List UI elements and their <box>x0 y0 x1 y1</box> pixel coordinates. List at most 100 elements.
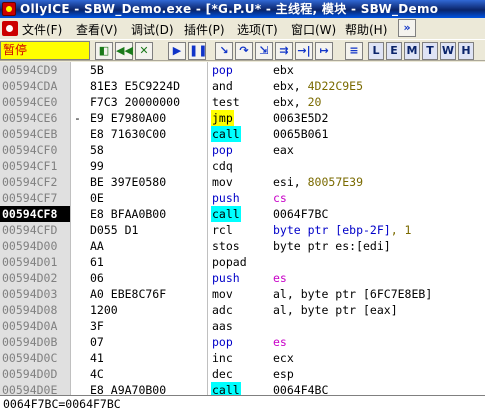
mnemonic-cell: call <box>211 206 241 222</box>
hex-dump-cell: 99 <box>90 159 104 173</box>
restart-icon[interactable]: ◀◀ <box>115 42 133 60</box>
operands-cell: al, byte ptr [6FC7E8EB] <box>273 286 432 302</box>
trace-into-icon[interactable]: ⇲ <box>255 42 273 60</box>
operand-text: es <box>273 271 287 285</box>
hex-dump-cell: 5B <box>90 63 104 77</box>
address-cell: 00594CF8 <box>0 206 70 222</box>
disasm-row[interactable]: 00594D0A 3F aas <box>0 318 485 334</box>
disasm-row[interactable]: 00594D0B 07 pop es <box>0 334 485 350</box>
toolbar: 暂停 ◧ ◀◀ ✕ ▶ ❚❚ ↘ ↷ ⇲ ⇉ →| ↦ ≡ L E M T W … <box>0 39 485 61</box>
pause-icon[interactable]: ❚❚ <box>188 42 207 60</box>
memory-window-button[interactable]: M <box>404 42 420 60</box>
hex-dump-cell: F7C3 20000000 <box>90 95 181 109</box>
operands-cell: byte ptr es:[edi] <box>273 238 391 254</box>
address-cell: 00594D08 <box>2 303 58 317</box>
modules-window-button[interactable]: E <box>386 42 402 60</box>
operands-cell: ecx <box>273 350 294 366</box>
app-icon[interactable] <box>2 2 16 16</box>
operand-constant: , 1 <box>390 223 412 237</box>
disasm-row[interactable]: 00594D0C 41 inc ecx <box>0 350 485 366</box>
address-cell: 00594D02 <box>2 271 58 285</box>
disasm-row[interactable]: 00594D08 1200 adc al, byte ptr [eax] <box>0 302 485 318</box>
operand-constant: 20 <box>307 95 322 109</box>
hex-dump-cell: E8 BFAA0B00 <box>90 207 167 221</box>
disasm-row[interactable]: 00594D00 AA stos byte ptr es:[edi] <box>0 238 485 254</box>
operands-cell: ebx, 20 <box>273 94 321 110</box>
trace-over-icon[interactable]: ⇉ <box>275 42 293 60</box>
close-process-icon[interactable]: ✕ <box>135 42 153 60</box>
disasm-row[interactable]: 00594CF0 58 pop eax <box>0 142 485 158</box>
hex-dump-cell: BE 397E0580 <box>90 175 167 189</box>
hex-dump-cell: 06 <box>90 271 104 285</box>
disasm-row[interactable]: 00594CD9 5B pop ebx <box>0 62 485 78</box>
title-bar[interactable]: OllyICE - SBW_Demo.exe - [*G.P.U* - 主线程,… <box>0 0 485 18</box>
operand-constant: 80057E39 <box>307 175 364 189</box>
operand-text: ecx <box>273 351 294 365</box>
hex-dump-cell: 41 <box>90 351 104 365</box>
address-cell: 00594CE0 <box>2 95 58 109</box>
hex-dump-cell: E8 71630C00 <box>90 127 167 141</box>
hex-dump-cell: 3F <box>90 319 104 333</box>
hex-dump-cell: 07 <box>90 335 104 349</box>
menu-plugins[interactable]: 插件(P) <box>184 21 225 38</box>
disasm-row[interactable]: 00594CF1 99 cdq <box>0 158 485 174</box>
mnemonic-cell: pop <box>212 143 233 157</box>
step-into-icon[interactable]: ↘ <box>215 42 233 60</box>
operands-cell: 0064F4BC <box>273 382 328 395</box>
operands-cell: cs <box>273 190 287 206</box>
operand-text: byte ptr es:[edi] <box>273 239 391 253</box>
window-title: OllyICE - SBW_Demo.exe - [*G.P.U* - 主线程,… <box>20 2 439 16</box>
operand-text: eax <box>273 143 294 157</box>
goto-icon[interactable]: ↦ <box>315 42 333 60</box>
open-icon[interactable]: ◧ <box>95 42 113 60</box>
address-cell: 00594D0A <box>2 319 58 333</box>
disasm-row[interactable]: 00594D01 61 popad <box>0 254 485 270</box>
threads-window-button[interactable]: T <box>422 42 438 60</box>
disassembly-pane[interactable]: 00594CD9 5B pop ebx 00594CDA 81E3 E5C9224D and… <box>0 62 485 395</box>
disasm-row[interactable]: 00594D03 A0 EBE8C76F mov al, byte ptr [6FC7… <box>0 286 485 302</box>
hex-dump-cell: 58 <box>90 143 104 157</box>
system-menu-icon[interactable] <box>2 21 18 36</box>
disasm-row[interactable]: 00594D0E E8 A9A70B00 call 0064F4BC <box>0 382 485 395</box>
operand-constant: 4D22C9E5 <box>307 79 364 93</box>
toolbar-arrow-icon[interactable]: » <box>398 19 416 37</box>
disasm-row[interactable]: 00594CDA 81E3 E5C9224D and ebx, 4D22C9E5 <box>0 78 485 94</box>
operand-text: 0064F4BC <box>273 383 329 395</box>
address-cell: 00594CF1 <box>2 159 58 173</box>
mnemonic-cell: call <box>211 382 241 395</box>
menu-view[interactable]: 查看(V) <box>76 21 118 38</box>
mnemonic-cell: popad <box>212 255 247 269</box>
hex-dump-cell: E9 E7980A00 <box>90 111 167 125</box>
menu-help[interactable]: 帮助(H) <box>345 21 387 38</box>
operand-text: al, byte ptr [eax] <box>273 303 398 317</box>
menu-file[interactable]: 文件(F) <box>22 21 62 38</box>
menu-debug[interactable]: 调试(D) <box>131 21 174 38</box>
run-icon[interactable]: ▶ <box>168 42 186 60</box>
disasm-row[interactable]: 00594CE0 F7C3 20000000 test ebx, 20 <box>0 94 485 110</box>
disasm-row[interactable]: 00594D02 06 push es <box>0 270 485 286</box>
disasm-row[interactable]: 00594CF7 0E push cs <box>0 190 485 206</box>
disasm-row[interactable]: 00594CEB E8 71630C00 call 0065B061 <box>0 126 485 142</box>
execute-till-return-icon[interactable]: →| <box>295 42 313 60</box>
hex-dump-cell: 0E <box>90 191 104 205</box>
handles-window-button[interactable]: H <box>458 42 474 60</box>
operand-text: ebx, <box>273 95 308 109</box>
disasm-row[interactable]: 00594CF2 BE 397E0580 mov esi, 80057E39 <box>0 174 485 190</box>
disasm-row[interactable]: 00594CE6 - E9 E7980A00 jmp 0063E5D2 <box>0 110 485 126</box>
mnemonic-cell: push <box>212 191 240 205</box>
step-over-icon[interactable]: ↷ <box>235 42 253 60</box>
log-icon[interactable]: ≡ <box>345 42 363 60</box>
operand-text: ebx, <box>273 79 308 93</box>
operands-cell: ebx <box>273 62 294 78</box>
menu-options[interactable]: 选项(T) <box>237 21 278 38</box>
disasm-row[interactable]: 00594CFD D055 D1 rcl byte ptr [ebp-2F], 1 <box>0 222 485 238</box>
windows-window-button[interactable]: W <box>440 42 456 60</box>
log-window-button[interactable]: L <box>368 42 384 60</box>
operands-cell: al, byte ptr [eax] <box>273 302 398 318</box>
disasm-row[interactable]: 00594D0D 4C dec esp <box>0 366 485 382</box>
address-cell: 00594D0C <box>2 351 58 365</box>
operands-cell: byte ptr [ebp-2F], 1 <box>273 222 411 238</box>
disasm-row[interactable]: 00594CF8 E8 BFAA0B00 call 0064F7BC <box>0 206 485 222</box>
mnemonic-cell: aas <box>212 319 233 333</box>
menu-window[interactable]: 窗口(W) <box>291 21 336 38</box>
